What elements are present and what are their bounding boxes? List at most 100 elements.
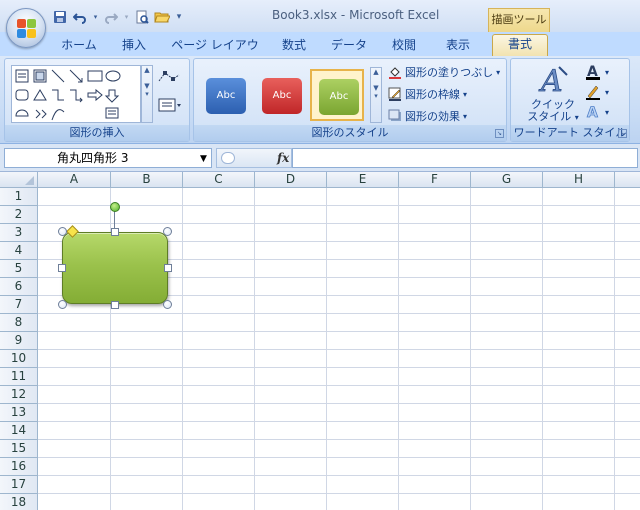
name-box[interactable]: 角丸四角形 3 bbox=[4, 148, 212, 168]
shape-style-thumb-green[interactable]: Abc bbox=[310, 69, 364, 121]
tab-view[interactable]: 表示 bbox=[438, 36, 478, 56]
shape-styles-dialog-launcher[interactable]: ↘ bbox=[495, 129, 504, 138]
wordart-a-icon[interactable]: A bbox=[537, 63, 571, 99]
gridline bbox=[38, 331, 640, 332]
row-header-16[interactable]: 16 bbox=[0, 458, 38, 476]
print-preview-icon[interactable] bbox=[134, 9, 150, 25]
insert-function-button[interactable]: fx bbox=[277, 151, 289, 165]
title-bar: ▾ ▾ ▾ Book3.xlsx - Microsoft Excel 描画ツール bbox=[0, 0, 640, 32]
shape-styles-scroll[interactable]: ▲ ▼ ▾ bbox=[370, 67, 382, 123]
resize-handle-top-left[interactable] bbox=[58, 227, 67, 236]
rounded-rectangle-shape[interactable] bbox=[62, 232, 168, 304]
shape-style-thumb-red[interactable]: Abc bbox=[254, 69, 308, 121]
resize-handle-bottom-left[interactable] bbox=[58, 300, 67, 309]
shapes-gallery[interactable] bbox=[11, 65, 141, 123]
row-header-13[interactable]: 13 bbox=[0, 404, 38, 422]
insert-shapes-group: ▲ ▼ ▾ 図形の挿入 bbox=[4, 58, 190, 142]
svg-text:A: A bbox=[587, 105, 598, 121]
column-header-partial[interactable] bbox=[615, 172, 640, 188]
resize-handle-right[interactable] bbox=[164, 264, 172, 272]
text-fill-button[interactable]: A ▾ bbox=[585, 63, 615, 81]
formula-input[interactable] bbox=[292, 148, 638, 168]
customize-qat-icon[interactable]: ▾ bbox=[174, 9, 184, 25]
resize-handle-top-right[interactable] bbox=[163, 227, 172, 236]
name-box-dropdown-icon[interactable]: ▼ bbox=[200, 154, 207, 164]
insert-shapes-group-label: 図形の挿入 bbox=[5, 125, 189, 141]
row-header-8[interactable]: 8 bbox=[0, 314, 38, 332]
row-header-7[interactable]: 7 bbox=[0, 296, 38, 314]
row-header-9[interactable]: 9 bbox=[0, 332, 38, 350]
gridline bbox=[38, 313, 640, 314]
wordart-styles-group: A クイック スタイル ▾ A ▾ ▾ A ▾ ワードアート スタイル ↘ bbox=[510, 58, 630, 142]
text-outline-button[interactable]: ▾ bbox=[585, 83, 615, 101]
row-header-5[interactable]: 5 bbox=[0, 260, 38, 278]
tab-data[interactable]: データ bbox=[326, 36, 372, 56]
shape-effects-icon bbox=[388, 109, 402, 123]
column-header-d[interactable]: D bbox=[255, 172, 327, 188]
column-header-h[interactable]: H bbox=[543, 172, 615, 188]
row-header-4[interactable]: 4 bbox=[0, 242, 38, 260]
expand-handle-icon[interactable] bbox=[221, 152, 235, 164]
quick-styles-label-2: スタイル bbox=[527, 110, 572, 123]
worksheet-grid[interactable]: A B C D E F G H 1 2 3 4 5 6 7 8 9 10 11 … bbox=[0, 172, 640, 510]
row-header-14[interactable]: 14 bbox=[0, 422, 38, 440]
tab-review[interactable]: 校閲 bbox=[384, 36, 424, 56]
tab-formulas[interactable]: 数式 bbox=[274, 36, 314, 56]
shape-style-thumb-blue-text: Abc bbox=[206, 78, 246, 114]
shape-style-thumb-blue[interactable]: Abc bbox=[198, 69, 252, 121]
redo-icon[interactable] bbox=[103, 9, 119, 25]
svg-text:▾: ▾ bbox=[605, 108, 609, 117]
column-header-f[interactable]: F bbox=[399, 172, 471, 188]
row-header-12[interactable]: 12 bbox=[0, 386, 38, 404]
row-header-2[interactable]: 2 bbox=[0, 206, 38, 224]
shape-outline-label: 図形の枠線 bbox=[405, 88, 460, 101]
shape-styles-group-label: 図形のスタイル bbox=[194, 125, 506, 141]
undo-dropdown-icon[interactable]: ▾ bbox=[92, 9, 99, 25]
rotation-handle[interactable] bbox=[110, 202, 120, 212]
formula-bar: 角丸四角形 3 ▼ fx bbox=[0, 144, 640, 172]
svg-text:▾: ▾ bbox=[605, 88, 609, 97]
resize-handle-top[interactable] bbox=[111, 228, 119, 236]
edit-points-icon[interactable] bbox=[157, 69, 183, 85]
quick-styles-button[interactable]: クイック スタイル ▾ bbox=[521, 99, 585, 124]
shape-effects-button[interactable]: 図形の効果 ▾ bbox=[388, 107, 467, 125]
undo-icon[interactable] bbox=[72, 9, 88, 25]
resize-handle-left[interactable] bbox=[58, 264, 66, 272]
row-header-6[interactable]: 6 bbox=[0, 278, 38, 296]
column-header-a[interactable]: A bbox=[38, 172, 111, 188]
shape-styles-group: Abc Abc Abc ▲ ▼ ▾ 図形の塗りつぶし ▾ 図形の枠線 ▾ 図形の… bbox=[193, 58, 507, 142]
quick-access-toolbar: ▾ ▾ ▾ bbox=[52, 8, 184, 26]
column-header-g[interactable]: G bbox=[471, 172, 543, 188]
row-header-3[interactable]: 3 bbox=[0, 224, 38, 242]
shape-fill-button[interactable]: 図形の塗りつぶし ▾ bbox=[388, 63, 500, 81]
redo-dropdown-icon[interactable]: ▾ bbox=[123, 9, 130, 25]
shape-outline-button[interactable]: 図形の枠線 ▾ bbox=[388, 85, 467, 103]
row-header-1[interactable]: 1 bbox=[0, 188, 38, 206]
wordart-dialog-launcher[interactable]: ↘ bbox=[618, 129, 627, 138]
office-button[interactable] bbox=[6, 8, 46, 48]
tab-home[interactable]: ホーム bbox=[58, 36, 100, 56]
select-all-corner[interactable] bbox=[0, 172, 38, 188]
column-header-e[interactable]: E bbox=[327, 172, 399, 188]
open-folder-icon[interactable] bbox=[154, 9, 170, 25]
row-header-11[interactable]: 11 bbox=[0, 368, 38, 386]
paint-bucket-icon bbox=[388, 65, 402, 79]
row-header-10[interactable]: 10 bbox=[0, 350, 38, 368]
row-header-17[interactable]: 17 bbox=[0, 476, 38, 494]
tab-insert[interactable]: 挿入 bbox=[112, 36, 156, 56]
tab-page-layout[interactable]: ページ レイアウト bbox=[170, 36, 260, 70]
shape-style-thumb-green-text: Abc bbox=[319, 79, 359, 115]
row-header-18[interactable]: 18 bbox=[0, 494, 38, 510]
column-header-b[interactable]: B bbox=[111, 172, 183, 188]
shapes-gallery-scroll[interactable]: ▲ ▼ ▾ bbox=[141, 65, 153, 123]
tab-format[interactable]: 書式 bbox=[492, 34, 548, 56]
gridline bbox=[38, 367, 640, 368]
save-icon[interactable] bbox=[52, 9, 68, 25]
text-box-icon[interactable] bbox=[157, 97, 183, 113]
text-effects-button[interactable]: A ▾ bbox=[585, 103, 615, 122]
row-header-15[interactable]: 15 bbox=[0, 440, 38, 458]
resize-handle-bottom[interactable] bbox=[111, 301, 119, 309]
resize-handle-bottom-right[interactable] bbox=[163, 300, 172, 309]
gridline bbox=[38, 349, 640, 350]
column-header-c[interactable]: C bbox=[183, 172, 255, 188]
